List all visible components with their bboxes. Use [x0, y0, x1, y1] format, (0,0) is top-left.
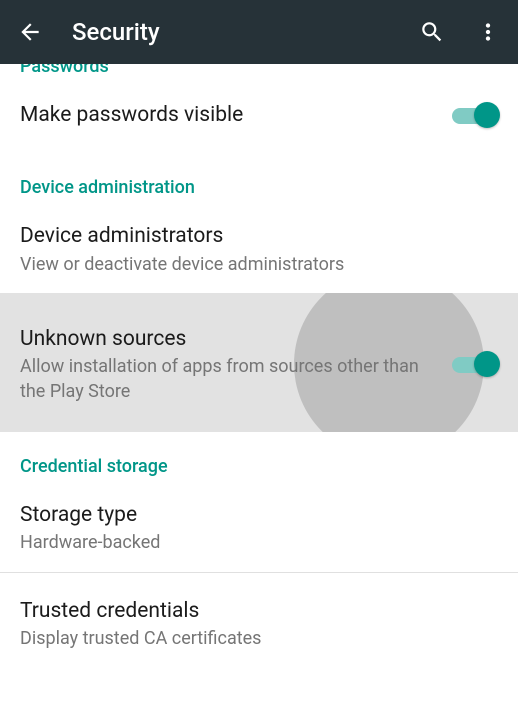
setting-title: Storage type	[20, 501, 498, 529]
toggle-thumb	[474, 351, 500, 377]
search-button[interactable]	[416, 16, 448, 48]
setting-trusted-credentials[interactable]: Trusted credentials Display trusted CA c…	[0, 573, 518, 668]
toggle-thumb	[474, 102, 500, 128]
back-button[interactable]	[14, 16, 46, 48]
setting-title: Unknown sources	[20, 325, 440, 353]
toggle-unknown-sources[interactable]	[452, 351, 498, 377]
appbar-actions	[416, 16, 504, 48]
more-vert-icon	[475, 19, 501, 45]
setting-device-administrators[interactable]: Device administrators View or deactivate…	[0, 208, 518, 293]
setting-storage-type[interactable]: Storage type Hardware-backed	[0, 487, 518, 572]
setting-unknown-sources[interactable]: Unknown sources Allow installation of ap…	[0, 293, 518, 432]
setting-subtitle: View or deactivate device administrators	[20, 253, 498, 277]
setting-subtitle: Allow installation of apps from sources …	[20, 355, 440, 404]
section-header-passwords: Passwords	[0, 64, 518, 87]
setting-subtitle: Display trusted CA certificates	[20, 627, 498, 651]
setting-title: Trusted credentials	[20, 597, 498, 625]
page-title: Security	[72, 18, 416, 46]
setting-title: Device administrators	[20, 222, 498, 250]
overflow-menu-button[interactable]	[472, 16, 504, 48]
settings-list[interactable]: Passwords Make passwords visible Device …	[0, 64, 518, 701]
search-icon	[419, 19, 445, 45]
toggle-make-passwords-visible[interactable]	[452, 102, 498, 128]
app-bar: Security	[0, 0, 518, 64]
setting-make-passwords-visible[interactable]: Make passwords visible	[0, 87, 518, 145]
section-header-credential-storage: Credential storage	[0, 432, 518, 487]
section-header-device-administration: Device administration	[0, 145, 518, 208]
arrow-back-icon	[17, 19, 43, 45]
setting-subtitle: Hardware-backed	[20, 531, 498, 555]
setting-title: Make passwords visible	[20, 101, 440, 129]
